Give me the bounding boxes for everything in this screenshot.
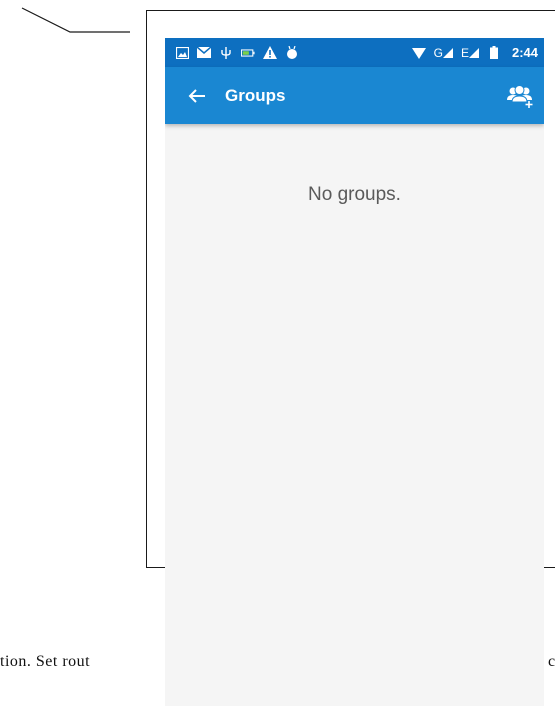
network-type-g: G xyxy=(433,45,443,60)
status-notification-icons xyxy=(175,45,299,60)
doc-callout-line xyxy=(21,7,130,33)
battery-saver-icon xyxy=(241,46,255,60)
status-system-icons: G E 2:44 xyxy=(411,45,538,60)
page-title: Groups xyxy=(225,85,286,105)
status-bar: G E 2:44 xyxy=(165,38,544,67)
doc-body-text-left: tion. Set rout xyxy=(0,653,91,670)
signal-e-indicator: E xyxy=(461,46,479,60)
back-button[interactable] xyxy=(173,72,221,120)
doc-body-text-right: c xyxy=(548,653,555,670)
signal-g-indicator: G xyxy=(434,46,453,60)
status-time: 2:44 xyxy=(511,45,538,60)
doc-frame-left xyxy=(146,10,147,568)
arrow-left-icon xyxy=(188,88,205,103)
battery-icon xyxy=(487,46,501,60)
wifi-icon xyxy=(411,46,426,60)
add-group-icon xyxy=(507,84,533,108)
signal-icon xyxy=(442,47,453,58)
app-bar: Groups xyxy=(165,67,544,124)
signal-icon xyxy=(468,47,479,58)
phone-screen: G E 2:44 Groups No groups. xyxy=(165,38,544,706)
usb-icon xyxy=(219,46,233,60)
mail-icon xyxy=(197,46,211,60)
image-icon xyxy=(175,46,189,60)
empty-state-message: No groups. xyxy=(308,184,401,205)
android-debug-icon xyxy=(285,45,299,60)
warning-icon xyxy=(263,46,277,60)
network-type-e: E xyxy=(460,45,469,60)
doc-frame-top xyxy=(146,10,555,11)
add-group-button[interactable] xyxy=(496,72,544,120)
